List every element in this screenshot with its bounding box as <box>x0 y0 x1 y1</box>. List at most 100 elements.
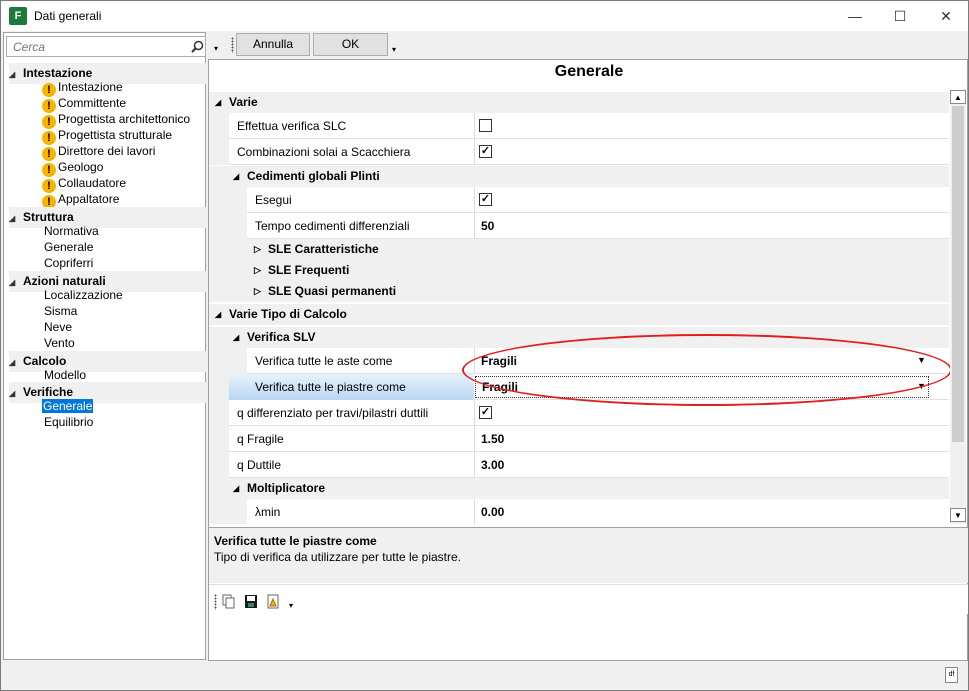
tree-item-geologo[interactable]: ! Geologo <box>42 159 104 177</box>
category-moltiplicatore[interactable]: ◢ Moltiplicatore <box>209 478 949 499</box>
close-button[interactable]: ✕ <box>923 1 969 32</box>
tree-item-direttore-lavori[interactable]: ! Direttore dei lavori <box>42 143 156 161</box>
tree-item-progettista-strutturale[interactable]: ! Progettista strutturale <box>42 127 173 145</box>
tree-item-label: Direttore dei lavori <box>58 144 156 158</box>
property-row-q-duttile[interactable]: q Duttile 3.00 <box>209 452 949 478</box>
category-label: SLE Quasi permanenti <box>268 284 397 298</box>
property-label: λmin <box>255 505 281 519</box>
tree-item-committente[interactable]: ! Committente <box>42 95 126 113</box>
tempo-value[interactable]: 50 <box>474 213 949 239</box>
property-label: Combinazioni solai a Scacchiera <box>237 145 411 159</box>
property-label: Verifica tutte le aste come <box>255 354 393 368</box>
help-description: Tipo di verifica da utilizzare per tutte… <box>214 550 462 564</box>
tree-item-equilibrio[interactable]: Equilibrio <box>44 414 93 430</box>
tree-item-collaudatore[interactable]: ! Collaudatore <box>42 175 126 193</box>
toolbar-grip-icon <box>231 37 234 53</box>
tree-item-label: Geologo <box>58 160 104 174</box>
property-row-lmin[interactable]: λmin 0.00 <box>209 499 949 524</box>
scroll-thumb[interactable] <box>952 106 964 442</box>
tree-item-label: Progettista architettonico <box>58 112 191 126</box>
category-label: Cedimenti globali Plinti <box>247 169 380 183</box>
search-input[interactable] <box>13 38 183 55</box>
property-label: Esegui <box>255 193 292 207</box>
save-icon[interactable] <box>244 594 258 609</box>
category-label: SLE Frequenti <box>268 263 350 277</box>
property-label: q Fragile <box>237 432 284 446</box>
status-icon[interactable]: df <box>945 667 958 683</box>
tree-item-copriferri[interactable]: Copriferri <box>44 255 93 271</box>
tree-item-label: Intestazione <box>58 80 123 94</box>
collapse-icon: ◢ <box>215 98 222 107</box>
category-label: Varie <box>229 95 258 109</box>
search-icon[interactable] <box>191 40 204 53</box>
tree-item-generale-verifiche[interactable]: Generale <box>42 398 94 414</box>
tree-category-label: Verifiche <box>23 385 74 399</box>
scroll-down-icon[interactable]: ▼ <box>950 508 966 522</box>
tree-category-label: Azioni naturali <box>23 274 106 288</box>
tree-item-label: Appaltatore <box>58 192 120 206</box>
property-row-scacchiera[interactable]: Combinazioni solai a Scacchiera ✓ <box>209 139 949 165</box>
expand-icon: ▷ <box>254 244 261 254</box>
expand-icon: ▷ <box>254 286 261 296</box>
tree-item-vento[interactable]: Vento <box>44 335 75 351</box>
category-sle-frequenti[interactable]: ▷ SLE Frequenti <box>209 260 949 281</box>
category-varie[interactable]: ◢ Varie <box>209 92 949 113</box>
toolbar-dropdown-icon[interactable]: ▾ <box>392 45 396 54</box>
bottom-toolbar: ▾ <box>209 584 968 614</box>
window-title: Dati generali <box>34 9 102 23</box>
tree-item-localizzazione[interactable]: Localizzazione <box>44 287 123 303</box>
tree-item-label: Progettista strutturale <box>58 128 173 142</box>
tree-item-modello[interactable]: Modello <box>44 367 86 383</box>
slc-checkbox[interactable] <box>479 119 492 132</box>
property-label: Tempo cedimenti differenziali <box>255 219 410 233</box>
page-title: Generale <box>554 63 624 80</box>
help-panel: Verifica tutte le piastre come Tipo di v… <box>209 527 968 583</box>
copy-icon[interactable] <box>222 594 236 609</box>
search-dropdown-icon[interactable]: ▾ <box>214 44 218 53</box>
title-bar: F Dati generali — ☐ ✕ <box>0 0 969 31</box>
tree-item-normativa[interactable]: Normativa <box>44 223 99 239</box>
tree-item-sisma[interactable]: Sisma <box>44 303 77 319</box>
category-sle-quasi-permanenti[interactable]: ▷ SLE Quasi permanenti <box>209 281 949 302</box>
collapse-icon: ◢ <box>215 310 222 319</box>
lmin-value[interactable]: 0.00 <box>474 499 949 524</box>
tree-category-label: Struttura <box>23 210 74 224</box>
tree-item-generale-struttura[interactable]: Generale <box>44 239 93 255</box>
minimize-button[interactable]: — <box>832 1 878 32</box>
property-row-q-diff[interactable]: q differenziato per travi/pilastri dutti… <box>209 400 949 426</box>
bottom-grip-icon <box>214 594 217 610</box>
vertical-scrollbar[interactable]: ▲ ▼ <box>950 90 966 524</box>
search-box <box>6 36 206 57</box>
q-duttile-value[interactable]: 3.00 <box>474 452 949 478</box>
help-title: Verifica tutte le piastre come <box>214 534 377 548</box>
category-sle-caratteristiche[interactable]: ▷ SLE Caratteristiche <box>209 239 949 260</box>
category-tipo-calcolo[interactable]: ◢ Varie Tipo di Calcolo <box>209 304 949 325</box>
scacchiera-checkbox[interactable]: ✓ <box>479 145 492 158</box>
tree-item-neve[interactable]: Neve <box>44 319 72 335</box>
scroll-up-icon[interactable]: ▲ <box>950 90 966 104</box>
property-row-q-fragile[interactable]: q Fragile 1.50 <box>209 426 949 452</box>
tree-item-intestazione[interactable]: ! Intestazione <box>42 79 123 97</box>
bottom-dropdown-icon[interactable]: ▾ <box>289 601 293 610</box>
collapse-icon: ◢ <box>233 333 240 342</box>
tree-item-appaltatore[interactable]: ! Appaltatore <box>42 191 120 209</box>
property-label: q Duttile <box>237 458 282 472</box>
q-diff-checkbox[interactable]: ✓ <box>479 406 492 419</box>
q-fragile-value[interactable]: 1.50 <box>474 426 949 452</box>
property-label: Effettua verifica SLC <box>237 119 347 133</box>
category-cedimenti[interactable]: ◢ Cedimenti globali Plinti <box>209 166 949 187</box>
report-icon[interactable] <box>266 594 280 609</box>
esegui-checkbox[interactable]: ✓ <box>479 193 492 206</box>
collapse-icon: ◢ <box>233 484 240 493</box>
tree-item-progettista-architettonico[interactable]: ! Progettista architettonico <box>42 111 191 129</box>
tree-category-label: Calcolo <box>23 354 67 368</box>
tree-item-selected-label: Generale <box>42 399 94 413</box>
category-label: Moltiplicatore <box>247 481 326 495</box>
property-row-slc[interactable]: Effettua verifica SLC <box>209 113 949 139</box>
property-row-tempo[interactable]: Tempo cedimenti differenziali 50 <box>209 213 949 239</box>
property-row-esegui[interactable]: Esegui ✓ <box>209 187 949 213</box>
ok-button[interactable]: OK <box>313 33 388 56</box>
cancel-button[interactable]: Annulla <box>236 33 310 56</box>
maximize-button[interactable]: ☐ <box>877 1 923 32</box>
highlight-annotation <box>462 334 952 406</box>
